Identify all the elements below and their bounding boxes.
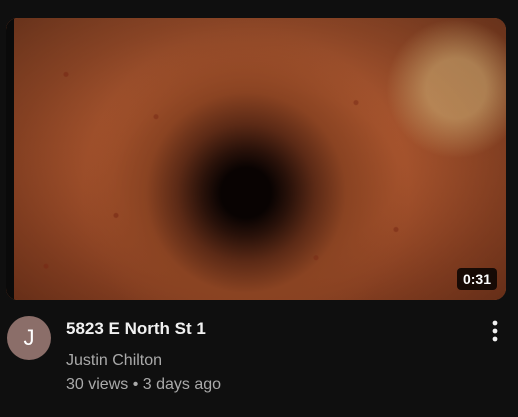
channel-avatar[interactable]: J [7, 316, 51, 360]
thumbnail-texture [6, 18, 506, 300]
thumbnail-left-edge [6, 18, 14, 300]
duration-badge: 0:31 [456, 268, 497, 290]
video-card: 0:31 J 5823 E North St 1 Justin Chilton … [0, 0, 518, 417]
more-vert-icon-glyph [492, 320, 498, 342]
upload-age: 3 days ago [142, 376, 222, 393]
video-title[interactable]: 5823 E North St 1 [66, 318, 476, 340]
video-stats: 30 views • 3 days ago [66, 374, 476, 396]
view-count: 30 views [66, 376, 129, 393]
video-meta: 5823 E North St 1 Justin Chilton 30 view… [66, 318, 476, 396]
more-vert-icon[interactable] [482, 318, 508, 344]
meta-separator: • [132, 376, 139, 393]
channel-name[interactable]: Justin Chilton [66, 350, 476, 372]
video-thumbnail[interactable]: 0:31 [6, 18, 506, 300]
